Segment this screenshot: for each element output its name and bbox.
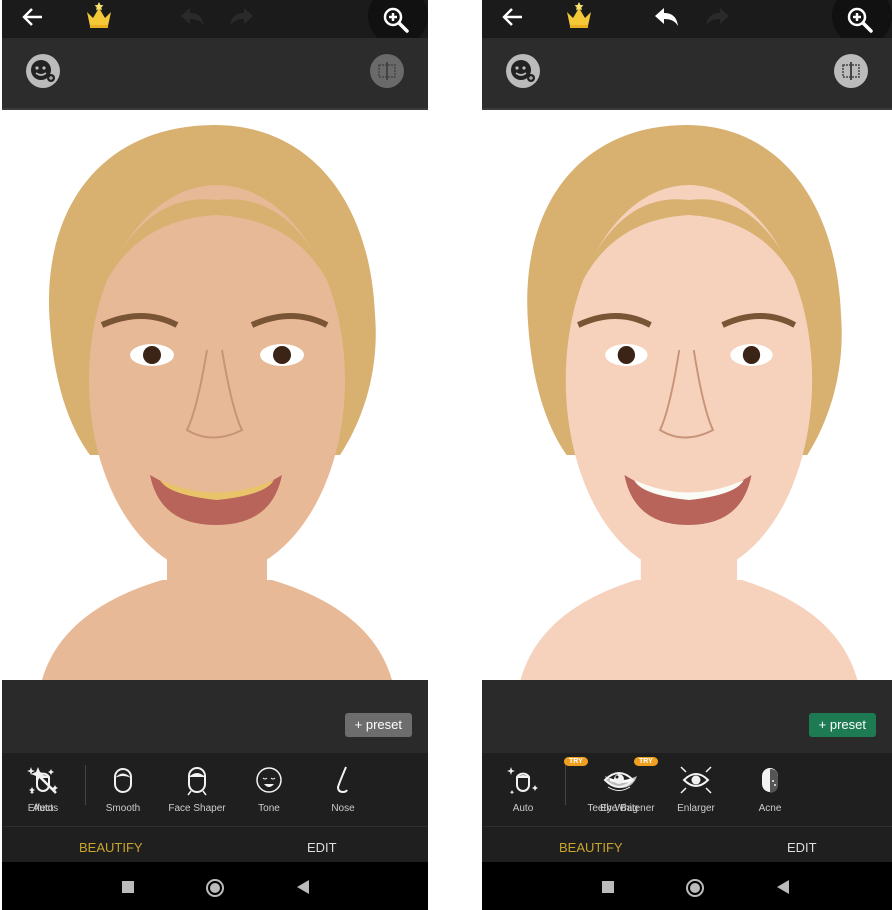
face-detect-button[interactable] <box>506 54 540 88</box>
sub-toolbar <box>482 38 892 110</box>
photo-canvas[interactable] <box>2 110 428 680</box>
compare-split-icon <box>378 62 396 80</box>
tool-eye-bag[interactable]: Eye Bag <box>582 763 656 814</box>
sub-toolbar <box>2 38 428 110</box>
eye-enlarger-icon <box>680 766 712 794</box>
back-triangle-icon[interactable] <box>296 880 310 894</box>
smooth-face-icon <box>114 768 132 793</box>
tool-label: Acne <box>758 803 782 814</box>
preset-bar: + preset <box>2 680 428 753</box>
home-circle-icon[interactable] <box>206 879 224 897</box>
tool-smooth[interactable]: Smooth <box>86 763 160 814</box>
beautify-tools[interactable]: Auto Teeth Whitener TRY TRY Eye Bag Enlarg… <box>482 753 892 827</box>
tool-label: Eye Bag <box>600 803 638 814</box>
tab-bar: BEAUTIFY EDIT <box>2 827 428 862</box>
compare-button[interactable] <box>834 54 868 88</box>
android-nav-bar <box>482 862 892 910</box>
tool-face-shaper[interactable]: Face Shaper <box>160 763 234 814</box>
face-add-icon <box>511 60 535 82</box>
tool-label: Face Shaper <box>168 803 226 814</box>
recents-square-icon[interactable] <box>122 881 134 893</box>
undo-icon[interactable] <box>654 6 680 28</box>
tool-label: Effects <box>27 803 59 814</box>
home-circle-icon[interactable] <box>686 879 704 897</box>
tool-tone[interactable]: Tone <box>232 763 306 814</box>
tool-effects[interactable]: Effects <box>6 763 80 814</box>
compare-split-icon <box>842 62 860 80</box>
nose-icon <box>336 766 348 794</box>
acne-face-icon <box>762 768 778 793</box>
eye-bag-icon <box>603 772 635 791</box>
tone-face-icon <box>256 767 282 793</box>
zoom-in-icon <box>847 7 873 33</box>
top-bar: SAVE <box>2 0 428 46</box>
tool-label: Nose <box>331 803 355 814</box>
auto-face-sparkle-icon <box>507 767 538 795</box>
tool-label: Enlarger <box>677 803 715 814</box>
tool-nose[interactable]: Nose <box>306 763 380 814</box>
magic-wand-icon <box>29 767 57 794</box>
phone-before: SAVE + preset Auto Effects Smooth Face S… <box>2 0 428 910</box>
recents-square-icon[interactable] <box>602 881 614 893</box>
back-triangle-icon[interactable] <box>776 880 790 894</box>
undo-icon[interactable] <box>180 6 206 28</box>
tab-edit[interactable]: EDIT <box>307 840 337 855</box>
redo-icon[interactable] <box>704 6 730 28</box>
tool-label: Auto <box>512 803 534 814</box>
tool-label: Smooth <box>105 803 141 814</box>
redo-icon[interactable] <box>228 6 254 28</box>
back-arrow-icon[interactable] <box>500 4 526 30</box>
back-arrow-icon[interactable] <box>20 4 46 30</box>
tab-beautify[interactable]: BEAUTIFY <box>559 840 623 855</box>
compare-button[interactable] <box>370 54 404 88</box>
phone-after: SAVE + preset Auto Teeth WhitenerTRYTRY … <box>482 0 892 910</box>
face-add-icon <box>31 60 55 82</box>
photo-canvas[interactable] <box>482 110 892 680</box>
preset-bar: + preset <box>482 680 892 753</box>
android-nav-bar <box>2 862 428 910</box>
tool-acne[interactable]: Acne <box>733 763 807 814</box>
tool-auto[interactable]: Auto <box>486 763 560 814</box>
beautify-tools[interactable]: Auto Effects Smooth Face Shaper Tone Nos… <box>2 753 428 827</box>
zoom-in-icon <box>383 7 409 33</box>
tool-label: Tone <box>258 803 280 814</box>
tab-edit[interactable]: EDIT <box>787 840 817 855</box>
top-bar: SAVE <box>482 0 892 46</box>
face-detect-button[interactable] <box>26 54 60 88</box>
tab-bar: BEAUTIFY EDIT <box>482 827 892 862</box>
tool-enlarger[interactable]: Enlarger <box>659 763 733 814</box>
crown-icon[interactable] <box>564 2 594 30</box>
add-preset-button[interactable]: + preset <box>808 713 876 737</box>
face-shaper-icon <box>187 767 207 796</box>
tab-beautify[interactable]: BEAUTIFY <box>79 840 143 855</box>
add-preset-button[interactable]: + preset <box>344 713 412 737</box>
crown-icon[interactable] <box>84 2 114 30</box>
